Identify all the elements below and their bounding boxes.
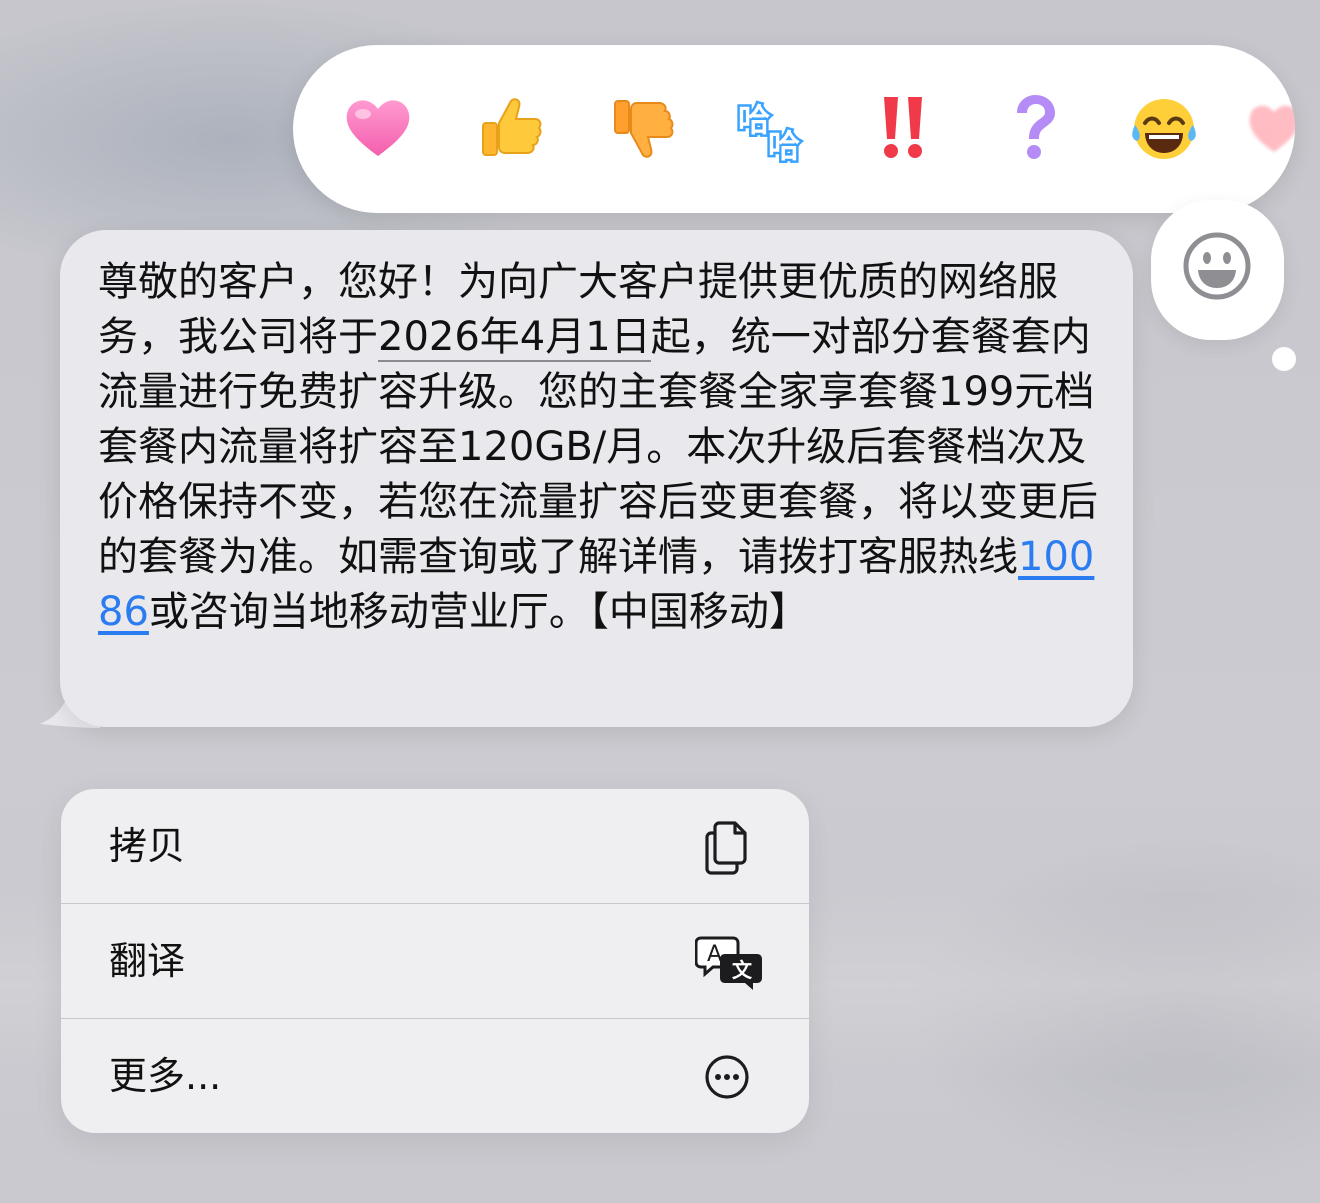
emoji-picker-bubble-dot xyxy=(1272,347,1296,371)
menu-item-translate[interactable]: 翻译 A 文 xyxy=(61,904,809,1018)
svg-text:A: A xyxy=(707,942,722,967)
message-text-part3: 或咨询当地移动营业厅。【中国移动】 xyxy=(148,589,809,635)
menu-item-copy-label: 拷贝 xyxy=(109,824,186,868)
message-date-link[interactable]: 2026年4月1日 xyxy=(378,314,651,362)
svg-text:哈: 哈 xyxy=(738,101,770,139)
menu-item-more[interactable]: 更多... xyxy=(61,1019,809,1133)
reaction-tears-of-joy-icon[interactable] xyxy=(1124,88,1204,168)
copy-icon xyxy=(697,817,757,877)
reaction-thumbs-up-icon[interactable] xyxy=(470,88,550,168)
reaction-haha-icon[interactable]: 哈 哈 xyxy=(732,88,812,168)
menu-item-translate-label: 翻译 xyxy=(109,939,186,983)
reaction-exclamation-icon[interactable] xyxy=(864,88,944,168)
smiley-face-icon[interactable] xyxy=(1183,232,1251,300)
ellipsis-circle-icon xyxy=(697,1047,757,1107)
svg-text:哈: 哈 xyxy=(768,127,800,163)
reaction-thumbs-down-icon[interactable] xyxy=(602,88,682,168)
reaction-heart-icon[interactable] xyxy=(338,88,418,168)
menu-item-copy[interactable]: 拷贝 xyxy=(61,789,809,903)
context-menu: 拷贝 翻译 A 文 更多... xyxy=(61,789,809,1133)
svg-text:文: 文 xyxy=(732,958,753,982)
menu-item-more-label: 更多... xyxy=(109,1054,222,1098)
reaction-more-icon[interactable] xyxy=(1234,88,1295,168)
tapback-reaction-bar: 哈 哈 xyxy=(293,45,1295,213)
reaction-question-icon[interactable] xyxy=(994,88,1074,168)
translate-icon: A 文 xyxy=(694,932,765,992)
message-text: 尊敬的客户，您好！为向广大客户提供更优质的网络服务，我公司将于2026年4月1日… xyxy=(98,255,1098,640)
